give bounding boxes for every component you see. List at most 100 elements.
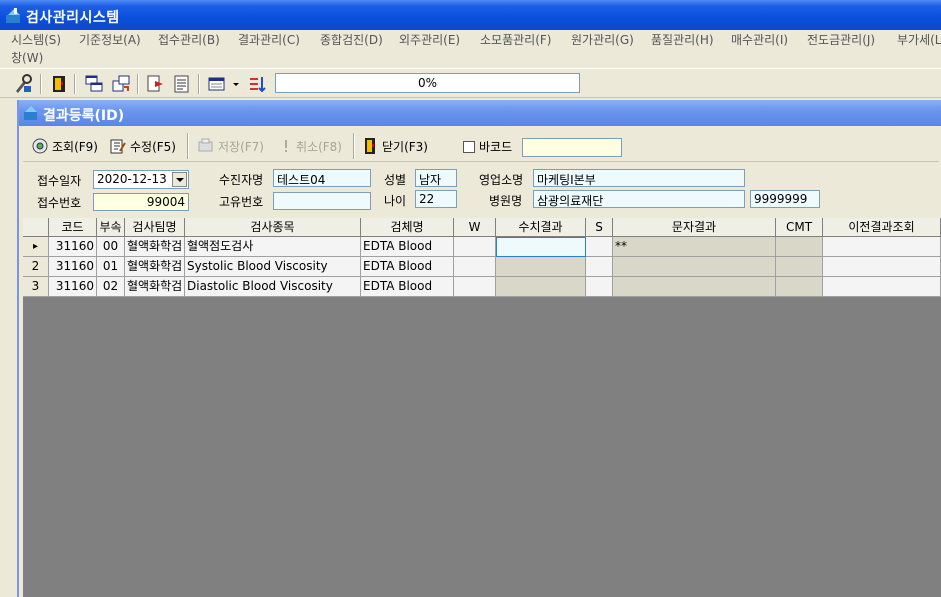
unique-no-field[interactable]: [273, 192, 371, 210]
result-entry-window: 결과등록(ID) 조회(F9) 수정(F5) 저장(F7) 취소(F8) 닫기(…: [17, 100, 941, 597]
exclamation-icon: [285, 140, 287, 152]
barcode-checkbox[interactable]: 바코드: [463, 138, 512, 155]
cascade-windows-icon[interactable]: [83, 73, 105, 95]
grid-header-item[interactable]: 검사종목: [185, 218, 361, 237]
title-bar: 검사관리시스템: [0, 0, 941, 30]
cell-s[interactable]: [586, 257, 613, 277]
exit-icon[interactable]: [48, 73, 70, 95]
grid-header-specimen[interactable]: 검체명: [361, 218, 454, 237]
cell-cmt[interactable]: [776, 237, 823, 257]
age-field[interactable]: 22: [415, 190, 457, 208]
menu-window[interactable]: 창(W): [11, 49, 43, 66]
calendar-icon[interactable]: [206, 73, 228, 95]
cell-text-result[interactable]: [613, 257, 776, 277]
close-button[interactable]: 닫기(F3): [363, 134, 428, 158]
menu-vat[interactable]: 부가세(L: [897, 31, 941, 48]
cell-s[interactable]: [586, 237, 613, 257]
cell-numeric-result[interactable]: [496, 257, 586, 277]
grid-header-text-result[interactable]: 문자결과: [613, 218, 776, 237]
menu-result[interactable]: 결과관리(C): [238, 31, 300, 48]
cell-text-result[interactable]: [613, 277, 776, 297]
cell-previous[interactable]: [823, 277, 941, 297]
cell-code[interactable]: 31160: [49, 257, 97, 277]
row-indicator[interactable]: 3: [23, 277, 49, 297]
grid-header-sub[interactable]: 부속: [97, 218, 125, 237]
receipt-date-picker[interactable]: 2020-12-13: [93, 170, 189, 189]
menu-system[interactable]: 시스템(S): [11, 31, 61, 48]
patient-field[interactable]: 테스트04: [273, 169, 371, 187]
menu-cost[interactable]: 원가관리(G): [571, 31, 634, 48]
cell-code[interactable]: 31160: [49, 277, 97, 297]
save-button[interactable]: 저장(F7): [197, 134, 264, 158]
cell-item[interactable]: Systolic Blood Viscosity: [185, 257, 361, 277]
patient-label: 수진자명: [219, 173, 264, 187]
tools-icon[interactable]: [12, 73, 34, 95]
cell-numeric-result[interactable]: [496, 277, 586, 297]
grid-header-s[interactable]: S: [586, 218, 613, 237]
sales-office-field[interactable]: 마케팅Ⅰ본부: [533, 169, 745, 187]
cell-item[interactable]: 혈액점도검사: [185, 237, 361, 257]
cell-w[interactable]: [454, 277, 496, 297]
cell-team[interactable]: 혈액화학검: [125, 257, 185, 277]
hospital-field[interactable]: 삼광의료재단: [533, 190, 745, 208]
document-icon[interactable]: [171, 73, 193, 95]
table-row[interactable]: ▸ 31160 00 혈액화학검 혈액점도검사 EDTA Blood **: [23, 237, 941, 257]
menu-checkup[interactable]: 종합검진(D): [320, 31, 383, 48]
edit-button[interactable]: 수정(F5): [109, 134, 176, 158]
receipt-no-input[interactable]: 99004: [93, 193, 189, 211]
tile-windows-icon[interactable]: [110, 73, 132, 95]
age-label: 나이: [384, 194, 407, 208]
cell-sub[interactable]: 00: [97, 237, 125, 257]
table-row[interactable]: 2 31160 01 혈액화학검 Systolic Blood Viscosit…: [23, 257, 941, 277]
cell-item[interactable]: Diastolic Blood Viscosity: [185, 277, 361, 297]
export-icon[interactable]: [145, 73, 167, 95]
progress-text: 0%: [417, 76, 438, 90]
cell-cmt[interactable]: [776, 257, 823, 277]
cell-w[interactable]: [454, 237, 496, 257]
grid-header-numeric-result[interactable]: 수치결과: [496, 218, 586, 237]
cell-text-result[interactable]: **: [613, 237, 776, 257]
save-icon: [198, 138, 213, 152]
cell-s[interactable]: [586, 277, 613, 297]
menu-base-info[interactable]: 기준정보(A): [79, 31, 141, 48]
cell-sub[interactable]: 02: [97, 277, 125, 297]
cell-specimen[interactable]: EDTA Blood: [361, 237, 454, 257]
cell-cmt[interactable]: [776, 277, 823, 297]
cell-previous[interactable]: [823, 237, 941, 257]
checkbox-box[interactable]: [463, 140, 475, 153]
barcode-input[interactable]: [522, 138, 622, 157]
menu-purchase[interactable]: 매수관리(I): [731, 31, 788, 48]
menu-advance[interactable]: 전도금관리(J): [807, 31, 875, 48]
grid-header-team[interactable]: 검사팀명: [125, 218, 185, 237]
chevron-down-icon[interactable]: [172, 172, 187, 187]
search-button[interactable]: 조회(F9): [31, 134, 98, 158]
cell-team[interactable]: 혈액화학검: [125, 277, 185, 297]
toolbar-separator: [198, 74, 200, 94]
menu-supplies[interactable]: 소모품관리(F): [480, 31, 551, 48]
gender-field[interactable]: 남자: [415, 169, 457, 187]
sort-icon[interactable]: [246, 73, 268, 95]
cancel-button[interactable]: 취소(F8): [279, 134, 342, 158]
grid-header-code[interactable]: 코드: [49, 218, 97, 237]
close-button-label: 닫기(F3): [382, 139, 428, 154]
cell-team[interactable]: 혈액화학검: [125, 237, 185, 257]
menu-quality[interactable]: 품질관리(H): [651, 31, 714, 48]
row-indicator[interactable]: 2: [23, 257, 49, 277]
menu-outsource[interactable]: 외주관리(E): [399, 31, 460, 48]
grid-header-cmt[interactable]: CMT: [776, 218, 823, 237]
table-row[interactable]: 3 31160 02 혈액화학검 Diastolic Blood Viscosi…: [23, 277, 941, 297]
cancel-button-label: 취소(F8): [296, 139, 342, 154]
hospital-code-field[interactable]: 9999999: [750, 190, 820, 208]
cell-w[interactable]: [454, 257, 496, 277]
cell-specimen[interactable]: EDTA Blood: [361, 277, 454, 297]
cell-code[interactable]: 31160: [49, 237, 97, 257]
cell-previous[interactable]: [823, 257, 941, 277]
cell-sub[interactable]: 01: [97, 257, 125, 277]
row-indicator[interactable]: ▸: [23, 237, 49, 257]
chevron-down-icon[interactable]: [230, 73, 242, 95]
menu-receipt[interactable]: 접수관리(B): [158, 31, 220, 48]
cell-specimen[interactable]: EDTA Blood: [361, 257, 454, 277]
cell-numeric-result[interactable]: [496, 237, 586, 257]
grid-header-previous[interactable]: 이전결과조회: [823, 218, 941, 237]
grid-header-w[interactable]: W: [454, 218, 496, 237]
